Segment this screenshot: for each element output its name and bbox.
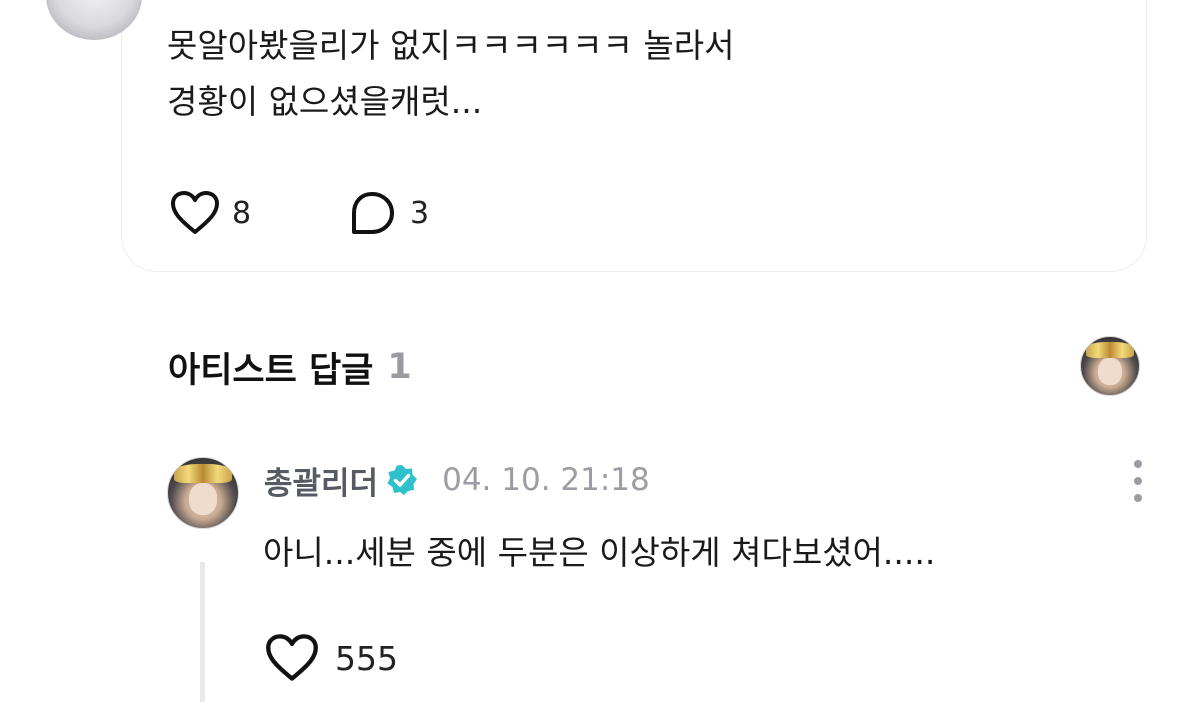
reply-header: 총괄리더 04. 10. 21:18 — [264, 458, 650, 502]
heart-icon — [266, 634, 318, 681]
reply-text: 아니...세분 중에 두분은 이상하게 쳐다보셨어..... — [263, 533, 936, 572]
heart-icon — [171, 191, 219, 234]
artist-replies-title: 아티스트 답글 — [168, 350, 374, 391]
reply-like-count: 555 — [335, 638, 398, 678]
post-like-count: 8 — [232, 195, 252, 231]
more-options-button[interactable] — [1128, 460, 1148, 502]
post-comment-button[interactable]: 3 — [348, 190, 429, 236]
post-like-button[interactable]: 8 — [170, 190, 251, 236]
post-body: 못알아봤을리가 없지ㅋㅋㅋㅋㅋㅋ 놀라서 경황이 없으셨을캐럿... — [167, 18, 1067, 130]
post-comment-count: 3 — [410, 195, 430, 231]
reply-author-name[interactable]: 총괄리더 — [264, 458, 378, 503]
comment-bubble-icon — [352, 192, 394, 234]
avatar-face — [189, 483, 217, 516]
reply-timestamp: 04. 10. 21:18 — [442, 462, 650, 498]
avatar-crown — [173, 463, 233, 484]
thread-line — [200, 562, 205, 702]
more-vertical-icon — [1134, 460, 1142, 468]
post-text-line: 못알아봤을리가 없지ㅋㅋㅋㅋㅋㅋ 놀라서 — [167, 26, 735, 65]
more-vertical-icon — [1134, 494, 1142, 502]
artist-replies-count: 1 — [387, 347, 412, 387]
more-vertical-icon — [1134, 477, 1142, 485]
verified-badge-icon — [387, 465, 418, 495]
artist-replies-header: 아티스트 답글 1 — [168, 342, 412, 392]
reply-author-avatar[interactable] — [167, 457, 239, 529]
avatar-face — [1098, 357, 1122, 385]
reply-like-button[interactable]: 555 — [265, 634, 398, 682]
avatar-crown — [1085, 341, 1135, 358]
post-text-line: 경황이 없으셨을캐럿... — [167, 82, 483, 121]
artist-avatar[interactable] — [1080, 336, 1140, 396]
